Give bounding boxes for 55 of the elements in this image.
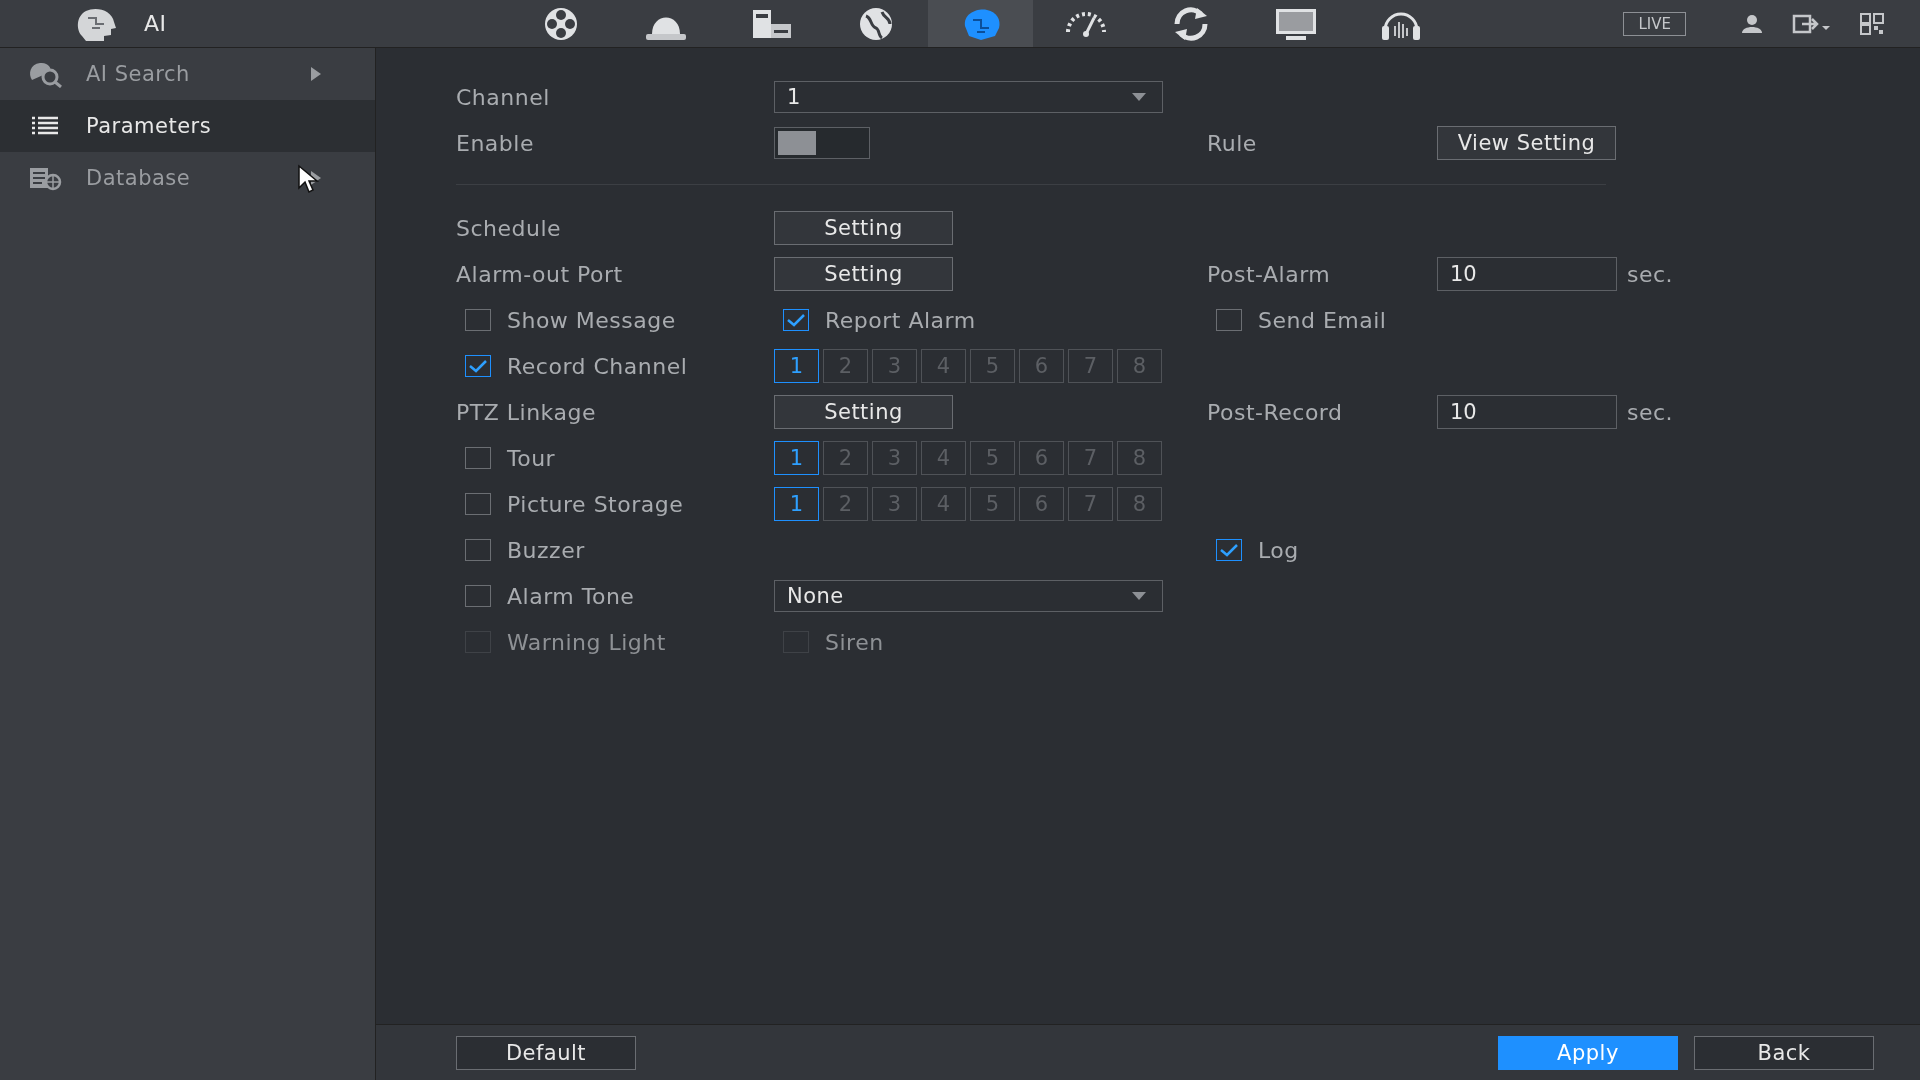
checkbox-label: Report Alarm xyxy=(825,307,976,333)
checkbox[interactable] xyxy=(783,309,809,331)
channel-toggle[interactable]: 1 xyxy=(774,441,819,475)
qr-code-icon[interactable] xyxy=(1860,12,1884,35)
channel-toggle[interactable]: 1 xyxy=(774,487,819,521)
field-label: Enable xyxy=(456,130,534,156)
field-label: Rule xyxy=(1207,130,1257,156)
checkbox[interactable] xyxy=(1216,539,1242,561)
setting-button[interactable]: View Setting xyxy=(1437,126,1616,160)
checkbox-label: Siren xyxy=(825,629,884,655)
checkbox[interactable] xyxy=(465,309,491,331)
number-field[interactable]: 10 xyxy=(1437,395,1617,429)
checkbox[interactable] xyxy=(465,355,491,377)
field-label: Post-Record xyxy=(1207,399,1343,425)
channel-toggle[interactable]: 1 xyxy=(774,349,819,383)
search-icon xyxy=(28,60,64,88)
checkbox-label: Buzzer xyxy=(507,537,585,563)
checkbox-label: Record Channel xyxy=(507,353,688,379)
field-label: Channel xyxy=(456,84,550,110)
checkbox-label: Warning Light xyxy=(507,629,666,655)
field-label: Alarm-out Port xyxy=(456,261,623,287)
unit-label: sec. xyxy=(1627,261,1674,287)
toggle-switch[interactable] xyxy=(774,127,870,159)
setting-button[interactable]: Setting xyxy=(774,257,953,291)
apply-button[interactable]: Apply xyxy=(1498,1035,1678,1070)
caret-icon xyxy=(1132,592,1146,600)
setting-button[interactable]: Setting xyxy=(774,211,953,245)
checkbox[interactable] xyxy=(465,539,491,561)
logout-icon[interactable] xyxy=(1792,12,1832,35)
checkbox[interactable] xyxy=(1216,309,1242,331)
checkbox-label: Picture Storage xyxy=(507,491,684,517)
section-title: AI xyxy=(144,11,167,36)
dropdown[interactable]: None xyxy=(774,580,1163,612)
caret-icon xyxy=(1132,93,1146,101)
field-label: Post-Alarm xyxy=(1207,261,1331,287)
footer-button[interactable]: Default xyxy=(456,1035,636,1070)
dropdown[interactable]: 1 xyxy=(774,81,1163,113)
user-icon[interactable] xyxy=(1740,12,1764,35)
unit-label: sec. xyxy=(1627,399,1674,425)
sidebar-item[interactable]: Parameters xyxy=(0,100,375,152)
number-field[interactable]: 10 xyxy=(1437,257,1617,291)
footer-button[interactable]: Back xyxy=(1694,1035,1874,1070)
checkbox[interactable] xyxy=(465,585,491,607)
field-label: Schedule xyxy=(456,215,562,241)
sidebar-item[interactable]: AI Search xyxy=(0,48,375,100)
checkbox[interactable] xyxy=(465,447,491,469)
live-button[interactable]: LIVE xyxy=(1623,11,1686,36)
checkbox-label: Tour xyxy=(507,445,556,471)
checkbox-label: Show Message xyxy=(507,307,676,333)
checkbox-label: Alarm Tone xyxy=(507,583,635,609)
checkbox-label: Log xyxy=(1258,537,1299,563)
field-label: PTZ Linkage xyxy=(456,399,596,425)
setting-button[interactable]: Setting xyxy=(774,395,953,429)
checkbox-label: Send Email xyxy=(1258,307,1387,333)
checkbox[interactable] xyxy=(465,493,491,515)
